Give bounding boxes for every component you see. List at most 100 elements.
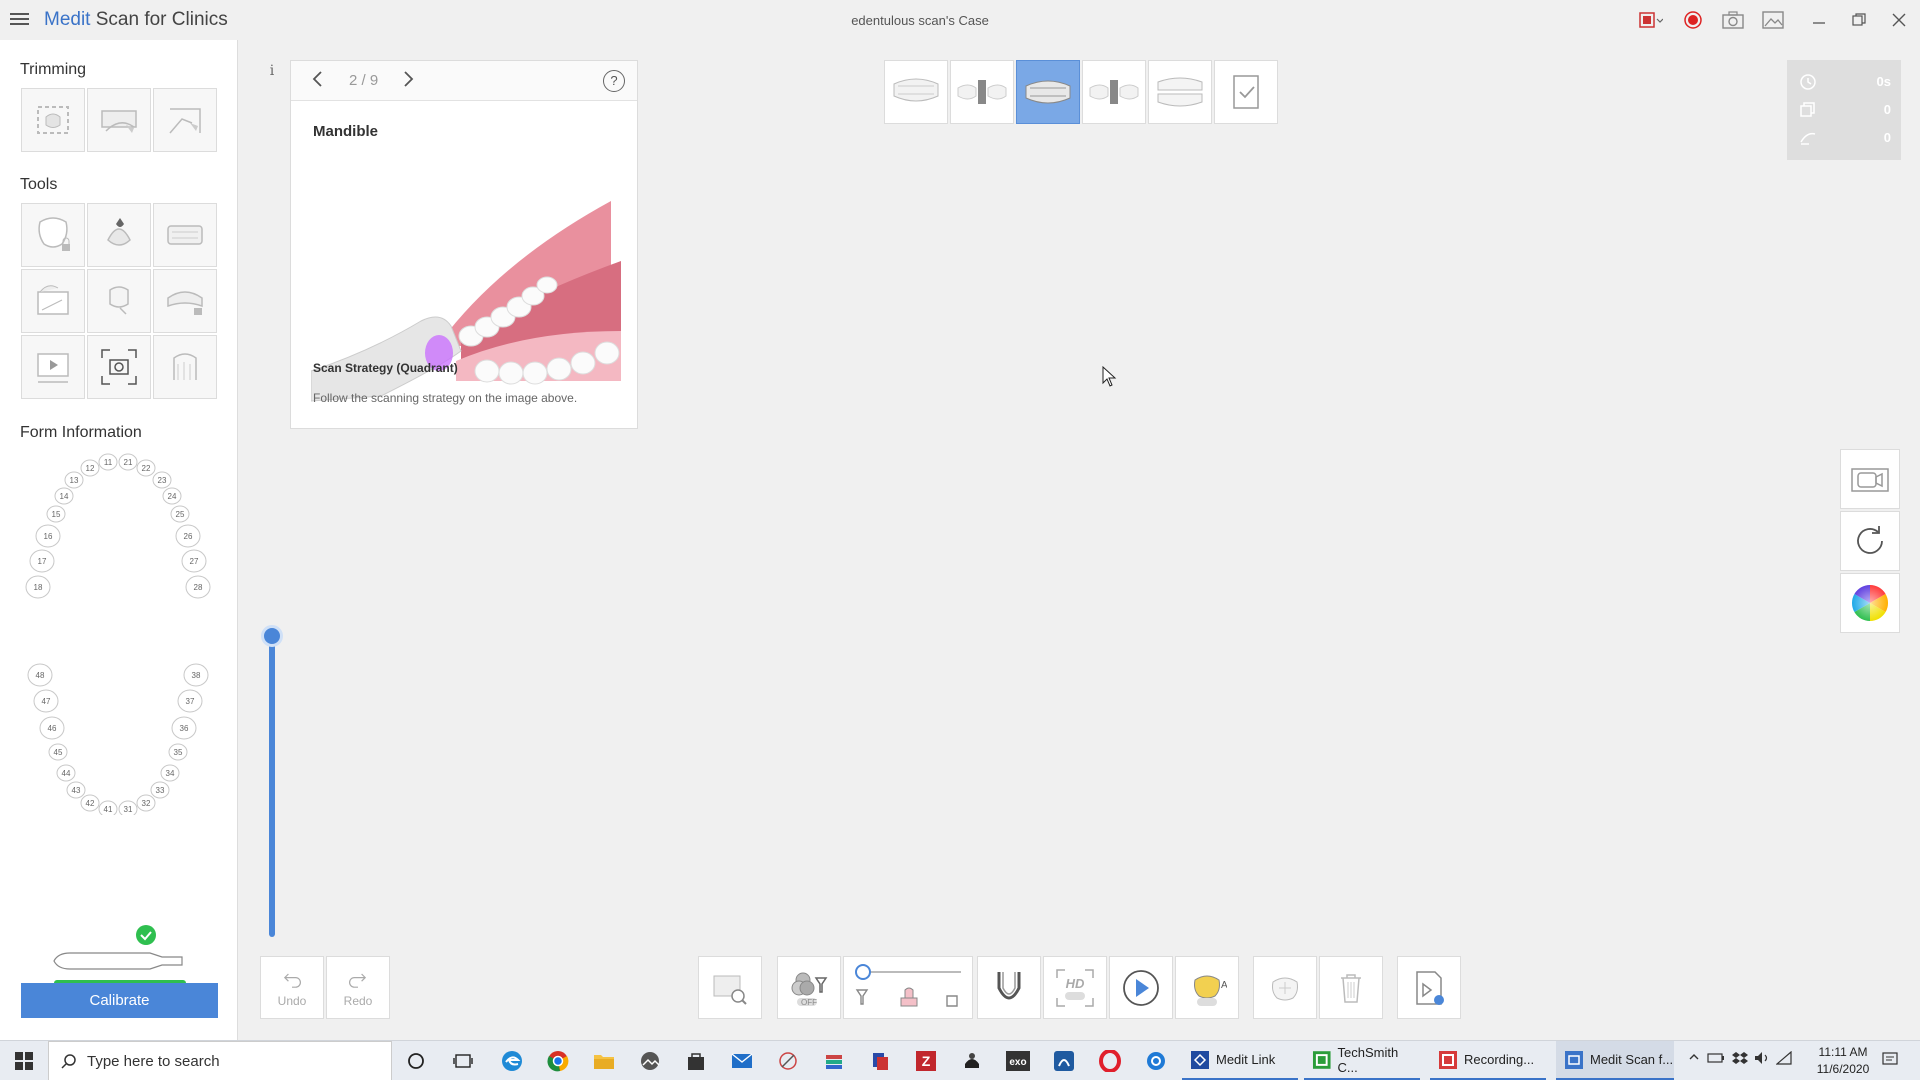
depth-slider-track[interactable] [269, 635, 275, 937]
stage-maxilla-button[interactable] [884, 60, 948, 124]
tooth-24[interactable]: 24 [162, 487, 182, 505]
info-icon[interactable]: i [262, 63, 282, 83]
tooth-33[interactable]: 33 [150, 781, 170, 799]
trim-polygon-button[interactable] [153, 88, 217, 152]
tooth-18[interactable]: 18 [25, 575, 51, 599]
tooth-21[interactable]: 21 [118, 453, 138, 471]
play-scan-button[interactable] [1109, 956, 1173, 1019]
tooth-15[interactable]: 15 [46, 505, 66, 523]
tooth-12[interactable]: 12 [80, 459, 100, 477]
record-icon[interactable] [1680, 9, 1706, 31]
task-view-button[interactable] [445, 1045, 481, 1077]
tooth-23[interactable]: 23 [152, 471, 172, 489]
color-mode-button[interactable] [1840, 573, 1900, 633]
guide-next-button[interactable] [403, 69, 415, 95]
snipping-app[interactable] [770, 1045, 806, 1077]
cortana-button[interactable] [398, 1045, 434, 1077]
tray-show-hidden-icon[interactable] [1684, 1051, 1704, 1071]
mail-app[interactable] [724, 1045, 760, 1077]
filezilla-app[interactable]: Z [908, 1045, 944, 1077]
tooth-chart[interactable]: 11 12 1314 15 16 17 18 21 22 2324 25 26 27 28 31 32 3334… [22, 450, 218, 815]
opera-app[interactable] [1092, 1045, 1128, 1077]
tooth-46[interactable]: 46 [39, 716, 65, 740]
tooth-26[interactable]: 26 [175, 524, 201, 548]
scan-depth-slider[interactable] [261, 625, 283, 937]
taskbar-window-techsmith[interactable]: TechSmith C... [1304, 1041, 1420, 1080]
taskbar-clock[interactable]: 11:11 AM 11/6/2020 [1808, 1044, 1878, 1078]
design-app[interactable] [1046, 1045, 1082, 1077]
tooth-31[interactable]: 31 [118, 800, 138, 815]
documents-app[interactable] [862, 1045, 898, 1077]
tray-network-icon[interactable] [1774, 1050, 1794, 1071]
snapshot-tool-button[interactable] [21, 269, 85, 333]
tooth-45[interactable]: 45 [48, 743, 68, 761]
tooth-42[interactable]: 42 [80, 794, 100, 812]
fill-tool-button[interactable] [87, 203, 151, 267]
tooth-36[interactable]: 36 [171, 716, 197, 740]
video-camera-button[interactable] [1840, 449, 1900, 509]
guide-prev-button[interactable] [311, 69, 323, 95]
screen-record-region-icon[interactable] [1638, 9, 1664, 31]
redo-button[interactable]: Redo [326, 956, 390, 1019]
measure-tool-button[interactable] [153, 335, 217, 399]
windows-start-button[interactable] [0, 1041, 48, 1080]
video-tool-button[interactable] [21, 335, 85, 399]
tooth-41[interactable]: 41 [98, 800, 118, 815]
tooth-38[interactable]: 38 [183, 663, 209, 687]
filter-toggle-button[interactable]: OFF [777, 956, 841, 1019]
tooth-27[interactable]: 27 [181, 549, 207, 573]
tooth-13[interactable]: 13 [64, 471, 84, 489]
abutment-tool-button[interactable] [87, 269, 151, 333]
reset-view-button[interactable] [1840, 511, 1900, 571]
tooth-32[interactable]: 32 [136, 794, 156, 812]
help-button[interactable]: ? [603, 70, 625, 92]
scan-range-control[interactable] [843, 956, 973, 1019]
tooth-16[interactable]: 16 [35, 524, 61, 548]
calibrate-button[interactable]: Calibrate [21, 983, 218, 1018]
tooth-47[interactable]: 47 [33, 689, 59, 713]
stage-occlusion-button[interactable] [1148, 60, 1212, 124]
minimize-icon[interactable] [1806, 9, 1832, 31]
next-step-button[interactable] [1397, 956, 1461, 1019]
tooth-28[interactable]: 28 [185, 575, 211, 599]
stage-mandible-abutment-button[interactable] [1082, 60, 1146, 124]
taskbar-window-recording[interactable]: Recording... [1430, 1041, 1546, 1080]
tooth-22[interactable]: 22 [136, 459, 156, 477]
stage-maxilla-abutment-button[interactable] [950, 60, 1014, 124]
tray-battery-icon[interactable] [1706, 1051, 1726, 1071]
scan-assistant-button[interactable] [698, 956, 762, 1019]
tooth-35[interactable]: 35 [168, 743, 188, 761]
gallery-icon[interactable] [1760, 9, 1786, 31]
tooth-37[interactable]: 37 [177, 689, 203, 713]
books-app[interactable] [816, 1045, 852, 1077]
stage-mandible-button[interactable] [1016, 60, 1080, 124]
remove-data-button[interactable] [1253, 956, 1317, 1019]
store-app[interactable] [678, 1045, 714, 1077]
settings-app[interactable] [1138, 1045, 1174, 1077]
trim-lasso-button[interactable] [87, 88, 151, 152]
tooth-44[interactable]: 44 [56, 764, 76, 782]
depth-slider-handle[interactable] [261, 625, 283, 647]
capture-tool-button[interactable] [87, 335, 151, 399]
tooth-14[interactable]: 14 [54, 487, 74, 505]
tray-dropbox-icon[interactable] [1730, 1051, 1750, 1071]
stage-checklist-button[interactable] [1214, 60, 1278, 124]
tooth-34[interactable]: 34 [160, 764, 180, 782]
arch-tool-button[interactable] [153, 203, 217, 267]
restore-icon[interactable] [1846, 9, 1872, 31]
tooth-17[interactable]: 17 [29, 549, 55, 573]
hd-mode-button[interactable]: HD [1043, 956, 1107, 1019]
tooth-48[interactable]: 48 [27, 663, 53, 687]
camera-capture-icon[interactable] [1720, 9, 1746, 31]
edge-app[interactable] [494, 1045, 530, 1077]
chrome-app[interactable] [540, 1045, 576, 1077]
undo-button[interactable]: Undo [260, 956, 324, 1019]
taskbar-search-input[interactable]: Type here to search [48, 1041, 392, 1080]
photos-app[interactable] [632, 1045, 668, 1077]
ai-scan-button[interactable]: A [1175, 956, 1239, 1019]
exocad-app[interactable]: exo [1000, 1045, 1036, 1077]
notifications-icon[interactable] [1880, 1051, 1900, 1071]
trim-rectangle-button[interactable] [21, 88, 85, 152]
delete-button[interactable] [1319, 956, 1383, 1019]
tooth-11[interactable]: 11 [98, 453, 118, 471]
